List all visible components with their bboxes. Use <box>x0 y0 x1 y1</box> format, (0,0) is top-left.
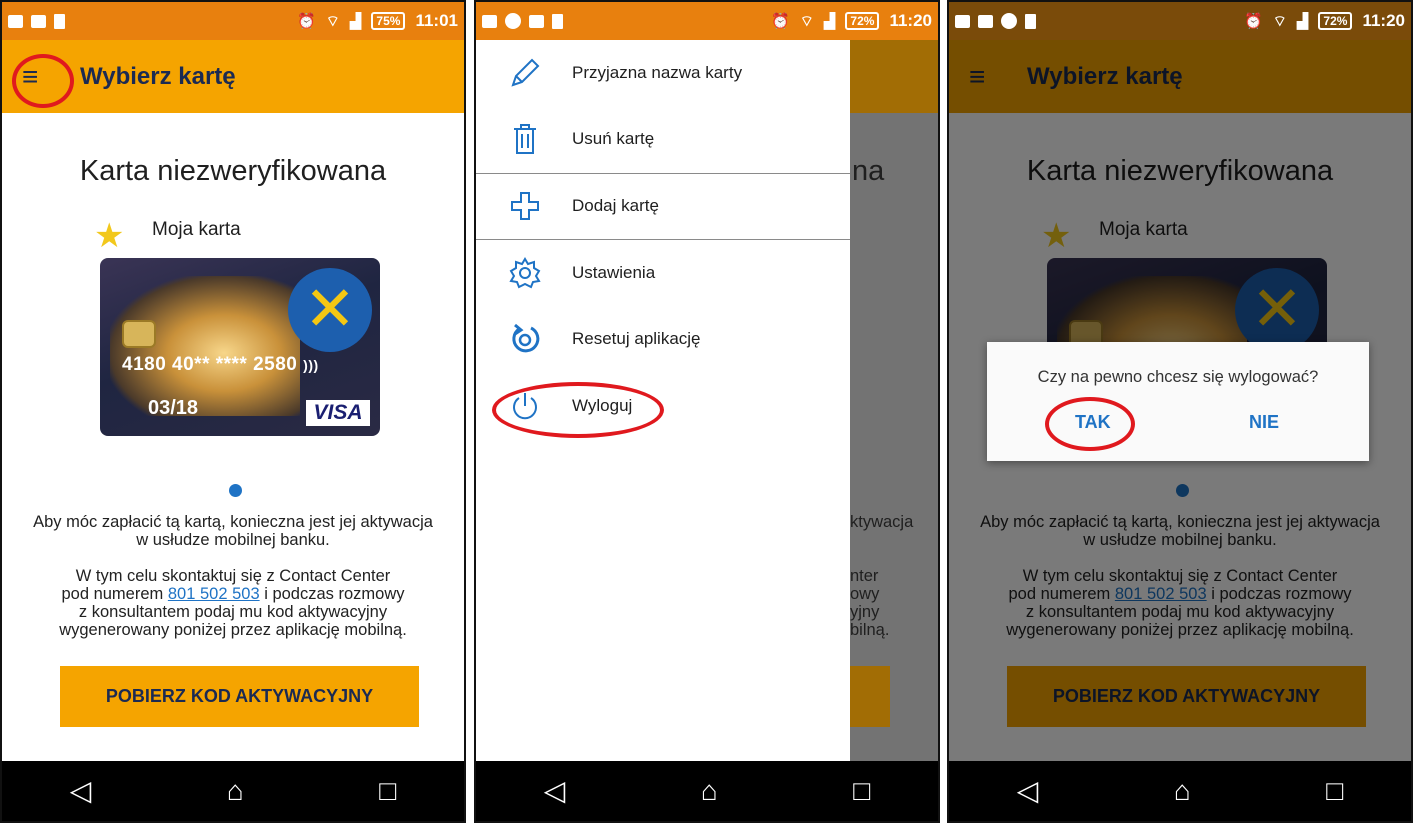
wifi-icon: ⌔ <box>1272 12 1287 30</box>
trash-icon <box>508 122 542 156</box>
dialog-message: Czy na pewno chcesz się wylogować? <box>1037 368 1319 386</box>
favorite-star-icon[interactable]: ★ <box>94 216 124 256</box>
get-activation-code-button[interactable]: POBIERZ KOD AKTYWACYJNY <box>60 666 419 727</box>
battery-indicator: 72% <box>1318 12 1353 30</box>
peek-heading: na <box>852 155 885 187</box>
card-name: Moja karta <box>152 219 241 240</box>
signal-icon: ▟ <box>349 13 362 30</box>
peek-text: yjny <box>850 603 880 621</box>
image-notification-icon <box>529 14 544 28</box>
screen-logout-dialog: ⏰ ⌔ ▟ 72% 11:20 ≡ Wybierz kartę Karta ni… <box>947 0 1413 823</box>
screen-menu-drawer: ⏰ ⌔ ▟ 72% 11:20 na ktywacja nter owy yjn… <box>474 0 940 823</box>
home-icon[interactable]: ⌂ <box>1174 777 1191 805</box>
status-bar: ⏰ ⌔ ▟ 72% 11:20 <box>476 2 938 40</box>
chat-notification-icon <box>505 13 521 29</box>
main-content: Karta niezweryfikowana ★ Moja karta ✕ 41… <box>2 113 464 765</box>
alarm-icon: ⏰ <box>771 13 790 30</box>
peek-text: ktywacja <box>850 513 914 531</box>
mail-notification-icon <box>978 14 993 28</box>
signal-icon: ▟ <box>1296 13 1309 30</box>
clock: 11:20 <box>889 11 932 30</box>
gear-icon <box>508 256 542 290</box>
home-icon[interactable]: ⌂ <box>701 777 718 805</box>
activation-info: Aby móc zapłacić tą kartą, konieczna jes… <box>33 513 433 549</box>
pencil-icon <box>508 56 542 90</box>
menu-label: Wyloguj <box>572 396 633 415</box>
wifi-icon: ⌔ <box>799 12 814 30</box>
peek-text: nter <box>850 567 879 585</box>
confirm-yes-button[interactable]: TAK <box>1075 412 1111 433</box>
menu-icon[interactable]: ≡ <box>22 62 52 91</box>
peek-text: bilną. <box>850 621 890 639</box>
clock: 11:20 <box>1362 11 1405 30</box>
image-notification-icon <box>8 14 23 28</box>
wifi-icon: ⌔ <box>325 12 340 30</box>
battery-indicator: 75% <box>371 12 406 30</box>
menu-label: Resetuj aplikację <box>572 329 701 348</box>
menu-label: Przyjazna nazwa karty <box>572 63 743 82</box>
page-indicator-dot <box>229 484 242 497</box>
plus-icon <box>508 189 542 223</box>
status-bar: ⏰ ⌔ ▟ 75% 11:01 <box>2 2 464 40</box>
reset-icon <box>508 322 542 356</box>
card-expiry: 03/18 <box>148 397 199 419</box>
bank-logo-icon: ✕ <box>288 268 372 352</box>
card-number: 4180 40** **** 2580 ))) <box>122 354 319 375</box>
payment-card-image[interactable]: ✕ 4180 40** **** 2580 ))) 03/18 VISA <box>100 258 380 436</box>
recents-icon[interactable]: □ <box>853 777 870 805</box>
system-nav-bar: ◁ ⌂ □ <box>476 761 938 821</box>
menu-item-delete-card[interactable]: Usuń kartę <box>476 106 850 172</box>
menu-label: Ustawienia <box>572 263 656 282</box>
page-title: Wybierz kartę <box>80 62 236 90</box>
recents-icon[interactable]: □ <box>1326 777 1343 805</box>
menu-item-rename-card[interactable]: Przyjazna nazwa karty <box>476 40 850 106</box>
phone-link[interactable]: 801 502 503 <box>168 585 260 603</box>
back-icon[interactable]: ◁ <box>70 777 92 805</box>
trash-notification-icon <box>1025 13 1036 29</box>
image-notification-icon <box>955 14 970 28</box>
menu-label: Dodaj kartę <box>572 196 659 215</box>
menu-item-reset-app[interactable]: Resetuj aplikację <box>476 306 850 372</box>
back-icon[interactable]: ◁ <box>544 777 566 805</box>
battery-indicator: 72% <box>845 12 880 30</box>
mail-notification-icon <box>482 14 497 28</box>
contact-info: W tym celu skontaktuj się z Contact Cent… <box>59 567 407 639</box>
home-icon[interactable]: ⌂ <box>227 777 244 805</box>
menu-item-add-card[interactable]: Dodaj kartę <box>476 173 850 239</box>
confirm-no-button[interactable]: NIE <box>1249 412 1279 433</box>
system-nav-bar: ◁ ⌂ □ <box>949 761 1411 821</box>
menu-item-settings[interactable]: Ustawienia <box>476 240 850 306</box>
mail-notification-icon <box>31 14 46 28</box>
back-icon[interactable]: ◁ <box>1017 777 1039 805</box>
system-nav-bar: ◁ ⌂ □ <box>2 761 464 821</box>
logout-confirm-dialog: Czy na pewno chcesz się wylogować? TAK N… <box>987 342 1369 461</box>
menu-label: Usuń kartę <box>572 129 655 148</box>
peek-button <box>850 666 890 727</box>
power-icon <box>508 389 542 423</box>
clock: 11:01 <box>415 11 458 30</box>
alarm-icon: ⏰ <box>1244 13 1263 30</box>
trash-notification-icon <box>54 13 65 29</box>
signal-icon: ▟ <box>823 13 836 30</box>
visa-logo: VISA <box>306 400 370 426</box>
screen-card-unverified: ⏰ ⌔ ▟ 75% 11:01 ≡ Wybierz kartę Karta ni… <box>0 0 466 823</box>
card-status-heading: Karta niezweryfikowana <box>79 155 387 187</box>
peek-text: owy <box>850 585 880 603</box>
app-bar: ≡ Wybierz kartę <box>2 40 464 113</box>
alarm-icon: ⏰ <box>297 13 316 30</box>
chat-notification-icon <box>1001 13 1017 29</box>
navigation-drawer: Przyjazna nazwa karty Usuń kartę Dodaj k… <box>476 40 850 765</box>
menu-item-logout[interactable]: Wyloguj <box>476 373 850 439</box>
status-bar: ⏰ ⌔ ▟ 72% 11:20 <box>949 2 1411 40</box>
trash-notification-icon <box>552 13 563 29</box>
card-chip-icon <box>122 320 156 348</box>
recents-icon[interactable]: □ <box>379 777 396 805</box>
